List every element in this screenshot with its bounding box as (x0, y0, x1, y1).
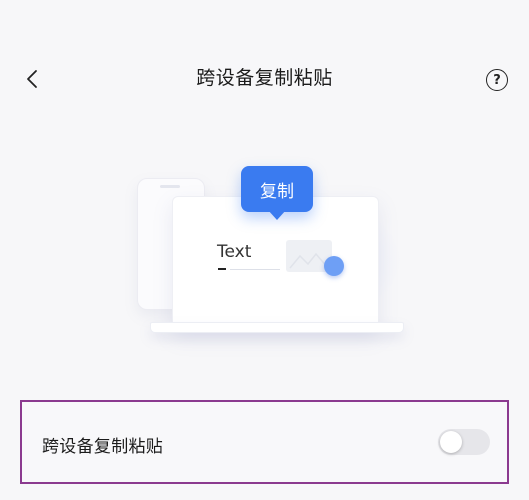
copy-bubble: 复制 (241, 166, 313, 212)
laptop-base-illustration (150, 322, 404, 333)
copy-bubble-tail (268, 210, 286, 220)
help-button[interactable]: ? (486, 69, 508, 91)
cross-device-illustration: Text 复制 (0, 150, 529, 350)
cross-device-copy-paste-toggle[interactable] (438, 429, 490, 455)
cross-device-copy-paste-row[interactable]: 跨设备复制粘贴 (20, 400, 509, 484)
text-cursor (218, 268, 226, 270)
question-circle-icon: ? (493, 72, 501, 88)
text-underline (230, 269, 280, 270)
top-bar: 跨设备复制粘贴 ? (0, 0, 529, 150)
sample-text: Text (217, 242, 252, 262)
page-title: 跨设备复制粘贴 (196, 67, 333, 89)
phone-notch (160, 185, 180, 188)
toggle-knob (440, 431, 462, 453)
setting-label: 跨设备复制粘贴 (42, 437, 164, 457)
image-sun-icon (324, 256, 344, 276)
